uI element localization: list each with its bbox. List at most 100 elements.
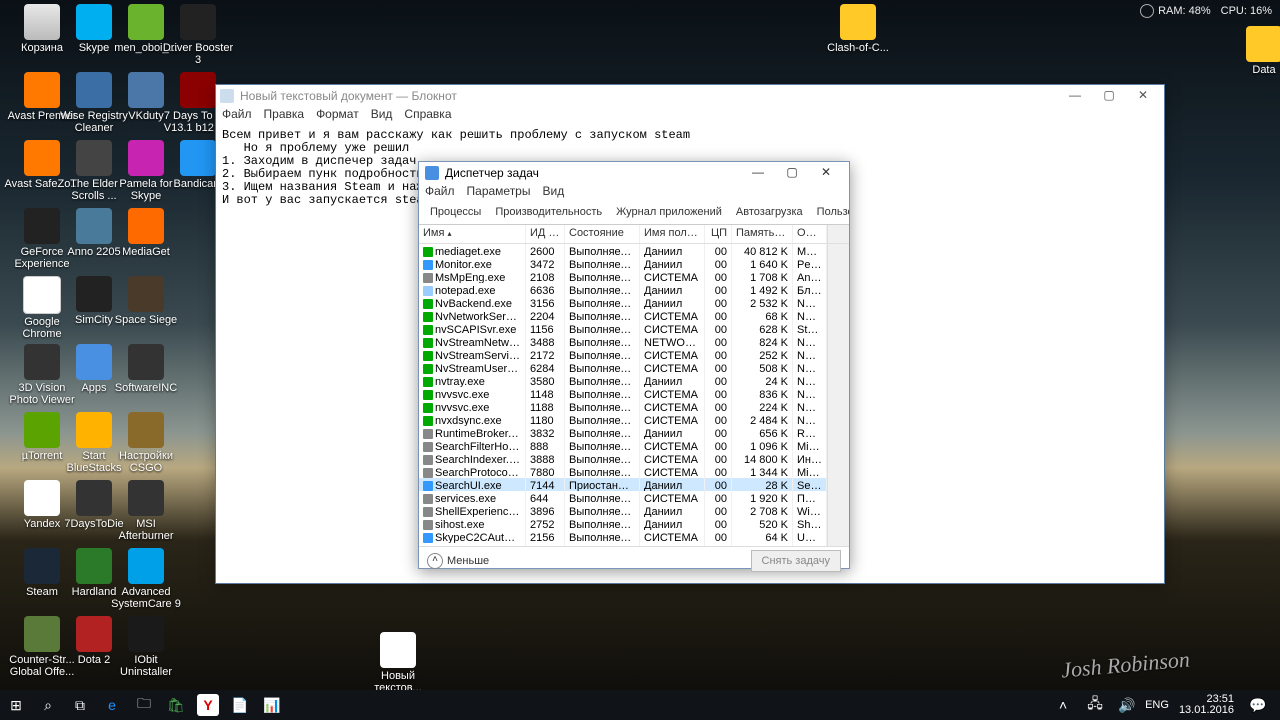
process-row[interactable]: SearchProtocolHost...7880ВыполняетсяСИСТ…	[419, 465, 849, 478]
process-row[interactable]: NvStreamService.exe2172ВыполняетсяСИСТЕМ…	[419, 348, 849, 361]
process-row[interactable]: SkypeC2CAutoUpda...2156ВыполняетсяСИСТЕМ…	[419, 530, 849, 543]
notepad-titlebar[interactable]: Новый текстовый документ — Блокнот — ▢ ✕	[216, 85, 1164, 107]
desktop-shortcut[interactable]: Настройки CSGO	[108, 412, 184, 474]
process-row[interactable]: nvvsvc.exe1188ВыполняетсяСИСТЕМА00224 KN…	[419, 400, 849, 413]
clock[interactable]: 23:5113.01.2016	[1173, 694, 1240, 716]
process-row[interactable]: SearchIndexer.exe3888ВыполняетсяСИСТЕМА0…	[419, 452, 849, 465]
desktop-shortcut[interactable]: SoftwareINC	[108, 344, 184, 394]
process-row[interactable]: NvNetworkService.exe2204ВыполняетсяСИСТЕ…	[419, 309, 849, 322]
yandex-taskbar-icon[interactable]: Y	[197, 694, 219, 716]
task-manager-tabs[interactable]: ПроцессыПроизводительностьЖурнал приложе…	[419, 202, 849, 225]
start-button[interactable]: ⊞	[0, 690, 32, 720]
search-icon[interactable]: ⌕	[32, 690, 64, 720]
process-row[interactable]: NvStreamNetworkSe...3488ВыполняетсяNETWO…	[419, 335, 849, 348]
process-row[interactable]: notepad.exe6636ВыполняетсяДаниил001 492 …	[419, 283, 849, 296]
col-pid[interactable]: ИД п...	[526, 225, 565, 243]
desktop-shortcut[interactable]: IObit Uninstaller	[108, 616, 184, 678]
scrollbar[interactable]	[827, 225, 849, 243]
tab[interactable]: Процессы	[423, 202, 488, 224]
network-icon[interactable]: 🖧	[1081, 690, 1109, 720]
desktop-shortcut[interactable]: Advanced SystemCare 9	[108, 548, 184, 610]
tab[interactable]: Журнал приложений	[609, 202, 729, 224]
desktop-shortcut[interactable]: Data	[1226, 26, 1280, 76]
maximize-button[interactable]: ▢	[1092, 86, 1126, 106]
col-desc[interactable]: Описание	[793, 225, 827, 243]
tab[interactable]: Автозагрузка	[729, 202, 810, 224]
desktop-shortcut[interactable]: Driver Booster 3	[160, 4, 236, 66]
app-icon	[24, 480, 60, 516]
minimize-button[interactable]: —	[1058, 86, 1092, 106]
notepad-menubar[interactable]: Файл Правка Формат Вид Справка	[216, 107, 1164, 125]
desktop-shortcut[interactable]: MSI Afterburner	[108, 480, 184, 542]
process-row[interactable]: RuntimeBroker.exe3832ВыполняетсяДаниил00…	[419, 426, 849, 439]
app-icon	[1246, 26, 1280, 62]
explorer-icon[interactable]: 🗀	[128, 690, 160, 720]
menu-item[interactable]: Вид	[542, 184, 564, 198]
menu-item[interactable]: Файл	[222, 107, 252, 121]
process-row[interactable]: SkypeC2CPNRSvr.exe2164ВыполняетсяNETWORK…	[419, 543, 849, 546]
process-row[interactable]: NvStreamUserAgent...6284ВыполняетсяСИСТЕ…	[419, 361, 849, 374]
language-indicator[interactable]: ENG	[1145, 699, 1169, 711]
maximize-button[interactable]: ▢	[775, 163, 809, 183]
process-row[interactable]: mediaget.exe2600ВыполняетсяДаниил0040 81…	[419, 244, 849, 257]
notifications-icon[interactable]: 💬	[1244, 690, 1272, 720]
col-user[interactable]: Имя польз...	[640, 225, 705, 243]
task-manager-menubar[interactable]: Файл Параметры Вид	[419, 184, 849, 202]
tray-chevron-icon[interactable]: ˄	[1049, 690, 1077, 720]
task-view-icon[interactable]: ⧉	[64, 690, 96, 720]
app-icon	[128, 140, 164, 176]
taskbar[interactable]: ⊞ ⌕ ⧉ e 🗀 🛍 Y 📄 📊 ˄ 🖧 🔊 ENG 23:5113.01.2…	[0, 690, 1280, 720]
process-row[interactable]: nvvsvc.exe1148ВыполняетсяСИСТЕМА00836 KN…	[419, 387, 849, 400]
app-icon	[128, 4, 164, 40]
menu-item[interactable]: Параметры	[467, 184, 531, 198]
app-icon	[128, 276, 164, 312]
process-row[interactable]: SearchFilterHost.exe888ВыполняетсяСИСТЕМ…	[419, 439, 849, 452]
process-list[interactable]: mediaget.exe2600ВыполняетсяДаниил0040 81…	[419, 244, 849, 546]
process-row[interactable]: ShellExperienceHost...3896ВыполняетсяДан…	[419, 504, 849, 517]
menu-item[interactable]: Вид	[371, 107, 393, 121]
desktop-shortcut[interactable]: Clash-of-C...	[820, 4, 896, 54]
tab[interactable]: Пользователи	[810, 202, 849, 224]
fewer-details-button[interactable]: ˄ Меньше	[427, 553, 489, 569]
process-row[interactable]: Monitor.exe3472ВыполняетсяДаниил001 640 …	[419, 257, 849, 270]
task-manager-window[interactable]: Диспетчер задач — ▢ ✕ Файл Параметры Вид П…	[418, 161, 850, 569]
desktop-shortcut[interactable]: Новый текстов...	[360, 632, 436, 694]
process-row[interactable]: SearchUI.exe7144Приостановл...Даниил0028…	[419, 478, 849, 491]
col-mem[interactable]: Память (ч...	[732, 225, 793, 243]
process-row[interactable]: sihost.exe2752ВыполняетсяДаниил00520 KSh…	[419, 517, 849, 530]
menu-item[interactable]: Справка	[404, 107, 451, 121]
notepad-icon	[220, 89, 234, 103]
process-list-header[interactable]: Имя ▴ ИД п... Состояние Имя польз... ЦП …	[419, 225, 849, 244]
menu-item[interactable]: Файл	[425, 184, 455, 198]
task-manager-title-text: Диспетчер задач	[445, 166, 539, 180]
process-row[interactable]: MsMpEng.exe2108ВыполняетсяСИСТЕМА001 708…	[419, 270, 849, 283]
process-row[interactable]: nvSCAPISvr.exe1156ВыполняетсяСИСТЕМА0062…	[419, 322, 849, 335]
minimize-button[interactable]: —	[741, 163, 775, 183]
end-task-button[interactable]: Снять задачу	[751, 550, 842, 572]
close-button[interactable]: ✕	[809, 163, 843, 183]
notepad-taskbar-icon[interactable]: 📄	[224, 690, 256, 720]
desktop[interactable]: RAM: 48% CPU: 16% КорзинаSkypemen_oboi_.…	[0, 0, 1280, 720]
volume-icon[interactable]: 🔊	[1113, 690, 1141, 720]
col-name[interactable]: Имя ▴	[419, 225, 526, 243]
menu-item[interactable]: Формат	[316, 107, 359, 121]
tab[interactable]: Производительность	[488, 202, 609, 224]
edge-icon[interactable]: e	[96, 690, 128, 720]
process-row[interactable]: nvtray.exe3580ВыполняетсяДаниил0024 KNVI…	[419, 374, 849, 387]
app-icon	[840, 4, 876, 40]
task-manager-titlebar[interactable]: Диспетчер задач — ▢ ✕	[419, 162, 849, 184]
col-cpu[interactable]: ЦП	[705, 225, 732, 243]
col-state[interactable]: Состояние	[565, 225, 640, 243]
store-icon[interactable]: 🛍	[160, 690, 192, 720]
menu-item[interactable]: Правка	[264, 107, 305, 121]
icon-label: Advanced SystemCare 9	[108, 586, 184, 610]
process-row[interactable]: nvxdsync.exe1180ВыполняетсяСИСТЕМА002 48…	[419, 413, 849, 426]
desktop-shortcut[interactable]: MediaGet	[108, 208, 184, 258]
icon-label: SoftwareINC	[108, 382, 184, 394]
process-row[interactable]: services.exe644ВыполняетсяСИСТЕМА001 920…	[419, 491, 849, 504]
process-row[interactable]: NvBackend.exe3156ВыполняетсяДаниил002 53…	[419, 296, 849, 309]
task-manager-taskbar-icon[interactable]: 📊	[256, 690, 288, 720]
close-button[interactable]: ✕	[1126, 86, 1160, 106]
app-icon	[76, 140, 112, 176]
desktop-shortcut[interactable]: Space Siege	[108, 276, 184, 326]
